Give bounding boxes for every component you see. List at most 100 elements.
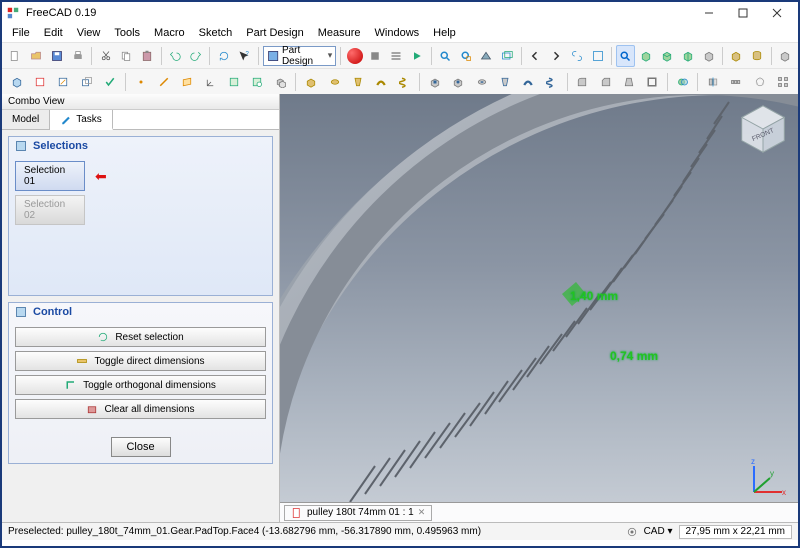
menu-measure[interactable]: Measure: [312, 26, 367, 40]
mirrored-icon[interactable]: [702, 71, 723, 93]
menu-edit[interactable]: Edit: [38, 26, 69, 40]
dimension-2: 0,74 mm: [610, 349, 658, 363]
part-cube-icon[interactable]: [727, 45, 746, 67]
nav-cube[interactable]: FRONT: [734, 100, 792, 158]
selections-header[interactable]: Selections: [9, 137, 272, 155]
redo-icon[interactable]: [186, 45, 205, 67]
groove-icon[interactable]: [471, 71, 492, 93]
tab-close-icon[interactable]: ✕: [418, 507, 426, 518]
loft-icon[interactable]: [347, 71, 368, 93]
menu-tools[interactable]: Tools: [108, 26, 146, 40]
boolean-icon[interactable]: [672, 71, 693, 93]
clone-icon[interactable]: [270, 71, 291, 93]
open-file-icon[interactable]: [27, 45, 46, 67]
cut-icon[interactable]: [96, 45, 115, 67]
save-icon[interactable]: [48, 45, 67, 67]
macro-list-icon[interactable]: [387, 45, 406, 67]
datum-plane-icon[interactable]: [177, 71, 198, 93]
macro-record-icon[interactable]: [345, 45, 364, 67]
hole-icon[interactable]: [448, 71, 469, 93]
view-right-icon[interactable]: [678, 45, 697, 67]
pipe-icon[interactable]: [371, 71, 392, 93]
svg-text:x: x: [782, 488, 786, 497]
linear-pattern-icon[interactable]: [726, 71, 747, 93]
link-icon[interactable]: [567, 45, 586, 67]
minimize-button[interactable]: [692, 3, 726, 23]
menu-file[interactable]: File: [6, 26, 36, 40]
zoom-fit-icon[interactable]: [435, 45, 454, 67]
toggle-ortho-button[interactable]: Toggle orthogonal dimensions: [15, 375, 266, 395]
revolution-icon[interactable]: [324, 71, 345, 93]
draft-icon[interactable]: [618, 71, 639, 93]
app-logo-icon: [6, 6, 20, 20]
measure-linear-icon[interactable]: [775, 45, 794, 67]
clear-dims-button[interactable]: Clear all dimensions: [15, 399, 266, 419]
helix-icon[interactable]: [394, 71, 415, 93]
view-front-icon[interactable]: [637, 45, 656, 67]
datum-line-icon[interactable]: [153, 71, 174, 93]
sub-helix-icon[interactable]: [541, 71, 562, 93]
close-button[interactable]: [760, 3, 794, 23]
menu-help[interactable]: Help: [427, 26, 462, 40]
nav-back-icon[interactable]: [526, 45, 545, 67]
bounding-box-icon[interactable]: [498, 45, 517, 67]
menu-macro[interactable]: Macro: [148, 26, 191, 40]
whatsthis-icon[interactable]: ?: [235, 45, 254, 67]
svg-text:y: y: [770, 469, 774, 478]
workbench-selector[interactable]: Part Design ▾: [263, 46, 337, 66]
fillet-icon[interactable]: [572, 71, 593, 93]
paste-icon[interactable]: [138, 45, 157, 67]
body-icon[interactable]: [6, 71, 27, 93]
tab-model[interactable]: Model: [2, 110, 50, 129]
chamfer-icon[interactable]: [595, 71, 616, 93]
selection-01-button[interactable]: Selection 01: [15, 161, 85, 191]
part-cylinder-icon[interactable]: [748, 45, 767, 67]
draw-style-icon[interactable]: [477, 45, 496, 67]
datum-cs-icon[interactable]: [200, 71, 221, 93]
new-file-icon[interactable]: [6, 45, 25, 67]
macro-execute-icon[interactable]: [408, 45, 427, 67]
map-sketch-icon[interactable]: [76, 71, 97, 93]
sketch-icon[interactable]: [29, 71, 50, 93]
menu-sketch[interactable]: Sketch: [193, 26, 239, 40]
menu-bar: File Edit View Tools Macro Sketch Part D…: [2, 24, 798, 42]
sub-loft-icon[interactable]: [494, 71, 515, 93]
menu-windows[interactable]: Windows: [369, 26, 426, 40]
subshapebinder-icon[interactable]: [247, 71, 268, 93]
view-top-icon[interactable]: [658, 45, 677, 67]
close-task-button[interactable]: Close: [111, 437, 171, 457]
selection-02-button[interactable]: Selection 02: [15, 195, 85, 225]
undo-icon[interactable]: [166, 45, 185, 67]
tab-tasks[interactable]: Tasks: [50, 110, 113, 130]
shapebinder-icon[interactable]: [223, 71, 244, 93]
polar-pattern-icon[interactable]: [749, 71, 770, 93]
menu-part-design[interactable]: Part Design: [240, 26, 309, 40]
control-header[interactable]: Control: [9, 303, 272, 321]
status-gear-icon[interactable]: [626, 526, 638, 538]
status-cad-mode[interactable]: CAD ▾: [644, 526, 673, 537]
reset-selection-button[interactable]: Reset selection: [15, 327, 266, 347]
view-rear-icon[interactable]: [699, 45, 718, 67]
axes-gizmo[interactable]: z x y: [748, 456, 790, 498]
menu-view[interactable]: View: [71, 26, 107, 40]
link-select-icon[interactable]: [588, 45, 607, 67]
toggle-direct-button[interactable]: Toggle direct dimensions: [15, 351, 266, 371]
viewport-3d[interactable]: 1,40 mm 0,74 mm FRONT z x y pulley 180t …: [280, 94, 798, 522]
pad-icon[interactable]: [300, 71, 321, 93]
datum-point-icon[interactable]: [130, 71, 151, 93]
validate-sketch-icon[interactable]: [100, 71, 121, 93]
copy-icon[interactable]: [117, 45, 136, 67]
multi-transform-icon[interactable]: [772, 71, 793, 93]
refresh-icon[interactable]: [214, 45, 233, 67]
view-isometric-icon[interactable]: [616, 45, 635, 67]
print-icon[interactable]: [69, 45, 88, 67]
macro-stop-icon[interactable]: [366, 45, 385, 67]
maximize-button[interactable]: [726, 3, 760, 23]
sub-pipe-icon[interactable]: [518, 71, 539, 93]
edit-sketch-icon[interactable]: [53, 71, 74, 93]
thickness-icon[interactable]: [642, 71, 663, 93]
pocket-icon[interactable]: [424, 71, 445, 93]
zoom-selection-icon[interactable]: [456, 45, 475, 67]
viewport-doc-tab[interactable]: pulley 180t 74mm 01 : 1 ✕: [284, 505, 432, 521]
nav-forward-icon[interactable]: [546, 45, 565, 67]
